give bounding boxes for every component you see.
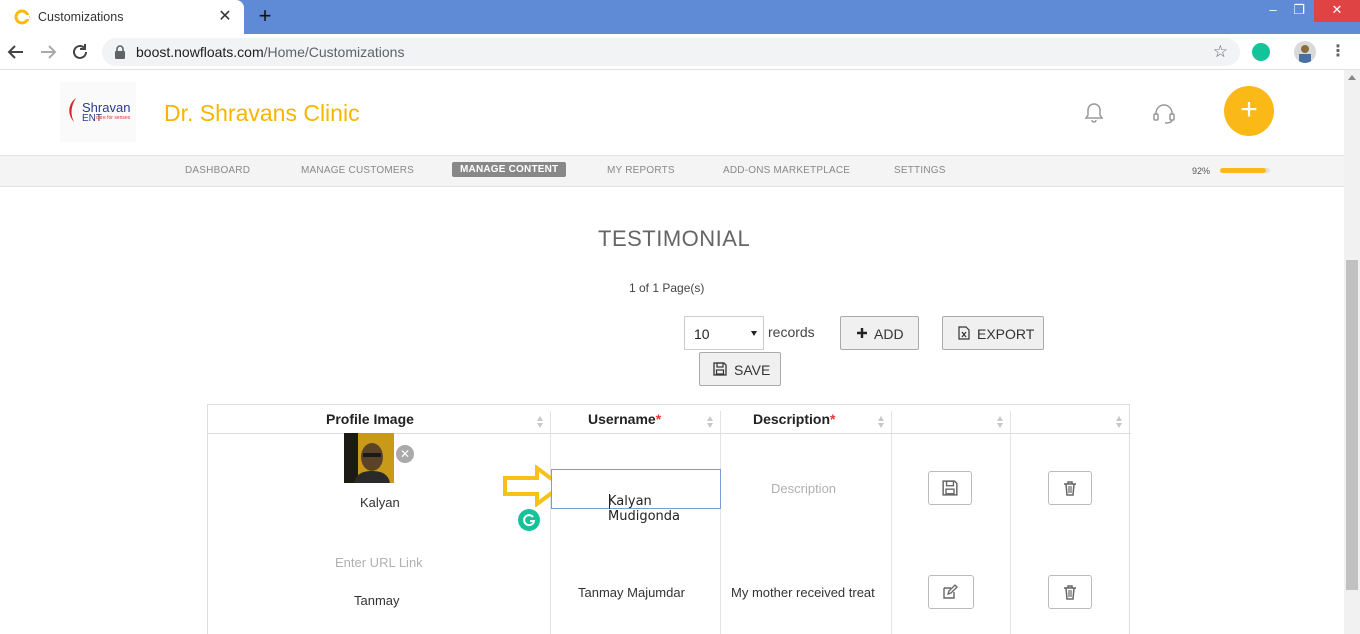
column-header-username[interactable]: Username* [588,411,661,435]
column-header-description[interactable]: Description* [753,411,835,435]
main-navigation: DASHBOARD MANAGE CUSTOMERS MANAGE CONTEN… [0,155,1344,187]
nav-manage-customers[interactable]: MANAGE CUSTOMERS [301,165,414,176]
sort-arrows-icon[interactable] [706,415,714,429]
profile-photo-image [344,433,394,483]
description-text: My mother received treat [731,585,875,600]
bookmark-star-icon[interactable]: ☆ [1213,42,1228,62]
scroll-up-icon[interactable] [1348,75,1356,80]
required-asterisk: * [830,411,836,427]
grammarly-extension-icon[interactable] [1252,43,1270,61]
reload-icon[interactable] [69,41,91,63]
logo-tagline: care for senses [96,115,131,121]
plus-icon [857,328,867,338]
clinic-logo[interactable]: Shravan ENT care for senses [60,82,136,142]
profile-photo[interactable] [344,433,394,483]
nav-dashboard[interactable]: DASHBOARD [185,165,250,176]
profile-name: Kalyan [360,495,400,510]
profile-avatar[interactable] [1294,41,1316,63]
url-domain: boost.nowfloats.com [136,44,264,60]
records-label: records [768,324,815,340]
description-placeholder[interactable]: Description [771,481,836,496]
add-button[interactable]: ADD [840,316,919,350]
column-divider [720,411,721,634]
close-window-button[interactable]: ✕ [1314,0,1360,22]
save-button[interactable]: SAVE [699,352,781,386]
sort-arrows-icon[interactable] [877,415,885,429]
nowfloats-favicon-icon [14,9,30,25]
clinic-name[interactable]: Dr. Shravans Clinic [164,100,360,127]
page-size-select[interactable]: 10 [684,316,764,350]
address-bar[interactable]: boost.nowfloats.com/Home/Customizations … [102,38,1240,66]
url-link-placeholder[interactable]: Enter URL Link [335,555,423,570]
remove-image-icon[interactable]: ✕ [396,445,414,463]
page-scrollbar[interactable] [1344,70,1360,634]
floppy-disk-icon [713,362,727,376]
profile-name: Tanmay [354,593,400,608]
url-text: boost.nowfloats.com/Home/Customizations [136,44,404,60]
page-title: TESTIMONIAL [598,226,751,251]
profile-completion-percent: 92% [1192,166,1211,176]
tab-close-icon[interactable]: ✕ [216,8,234,26]
support-headset-icon[interactable] [1152,102,1176,124]
column-divider [891,411,892,634]
testimonial-table: Profile Image Username* Description* ✕ K… [207,404,1131,634]
profile-completion-fill [1220,168,1266,173]
sort-arrows-icon[interactable] [536,415,544,429]
page-size-value: 10 [694,326,710,342]
column-header-profile-image[interactable]: Profile Image [326,411,414,435]
trash-icon [1064,585,1076,600]
export-button-label: EXPORT [977,326,1035,342]
browser-tab[interactable]: Customizations ✕ [0,0,244,34]
delete-row-button[interactable] [1048,471,1092,505]
column-divider [550,411,551,634]
url-path: /Home/Customizations [263,44,405,60]
save-button-label: SAVE [734,362,771,378]
nav-add-ons-marketplace[interactable]: ADD-ONS MARKETPLACE [723,165,850,176]
export-button[interactable]: EXPORT [942,316,1044,350]
trash-icon [1064,481,1076,496]
logo-swoosh-icon [69,98,76,122]
notifications-bell-icon[interactable] [1084,102,1104,124]
column-header-label: Username [588,411,656,427]
floppy-disk-icon [942,480,958,496]
tab-title: Customizations [38,10,124,24]
new-tab-button[interactable]: + [254,5,276,27]
browser-tab-strip: Customizations ✕ + – ❐ ✕ [0,0,1360,34]
lock-icon [115,45,125,59]
sort-arrows-icon[interactable] [1115,415,1123,429]
browser-menu-icon[interactable]: ⋮ [1330,42,1346,62]
nav-manage-content[interactable]: MANAGE CONTENT [452,162,567,177]
username-text: Tanmay Majumdar [578,585,685,600]
edit-row-button[interactable] [928,575,974,609]
restore-window-button[interactable]: ❐ [1282,0,1316,22]
grammarly-g-icon [523,514,536,527]
nav-my-reports[interactable]: MY REPORTS [607,165,675,176]
page-content: Shravan ENT care for senses Dr. Shravans… [0,70,1344,634]
text-caret [609,494,610,509]
browser-toolbar: boost.nowfloats.com/Home/Customizations … [0,34,1360,70]
forward-arrow-icon[interactable] [37,41,59,63]
profile-avatar-icon [1299,45,1311,63]
username-text: Kalyan Mudigonda [608,494,680,524]
save-row-button[interactable] [928,471,972,505]
column-header-label: Profile Image [326,411,414,427]
column-header-label: Description [753,411,831,427]
edit-pencil-icon [943,584,958,599]
required-asterisk: * [655,411,662,427]
column-divider [1010,411,1011,634]
pagination-info: 1 of 1 Page(s) [629,281,705,295]
nav-settings[interactable]: SETTINGS [894,165,946,176]
excel-file-icon [958,326,970,340]
add-button-label: ADD [874,326,904,342]
dropdown-caret-icon [751,331,757,336]
profile-completion-bar [1220,168,1270,173]
scrollbar-thumb[interactable] [1346,260,1358,590]
quick-add-button[interactable]: + [1224,86,1274,136]
sort-arrows-icon[interactable] [996,415,1004,429]
username-input[interactable]: Kalyan Mudigonda [551,469,721,524]
delete-row-button[interactable] [1048,575,1092,609]
grammarly-icon[interactable] [518,509,540,531]
back-arrow-icon[interactable] [5,41,27,63]
